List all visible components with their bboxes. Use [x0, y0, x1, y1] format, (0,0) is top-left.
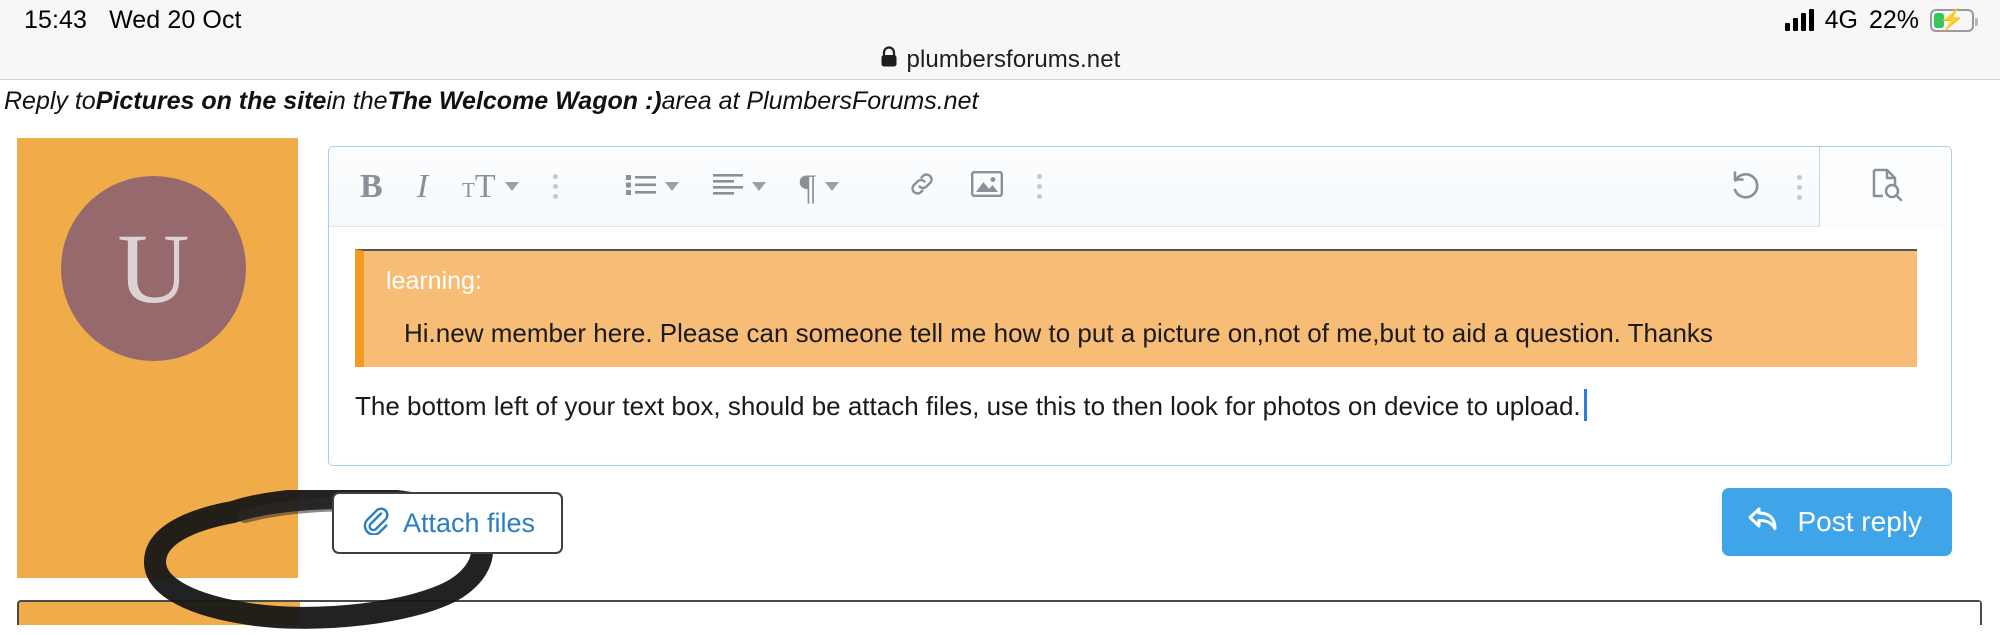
post-reply-button[interactable]: Post reply [1721, 488, 1952, 556]
image-icon [970, 171, 1003, 202]
editor-column: B I TT ¶ learning: Hi.new member here. P… [298, 138, 1982, 578]
chevron-down-icon [504, 182, 519, 191]
lock-icon [880, 46, 898, 73]
battery-percent-label: 22% [1868, 5, 1919, 34]
avatar-column: U [17, 138, 317, 578]
status-time: 15:43 [24, 5, 88, 34]
editor-content-area[interactable]: learning: Hi.new member here. Please can… [329, 227, 1951, 422]
more-options-button[interactable] [1780, 147, 1819, 227]
breadcrumb-suffix: area at PlumbersForums.net [661, 86, 979, 115]
quote-author: learning: [386, 267, 482, 295]
url-text: plumbersforums.net [906, 45, 1121, 73]
bullet-list-icon [625, 172, 656, 201]
italic-button[interactable]: I [400, 147, 445, 227]
status-bar-left: 15:43 Wed 20 Oct [24, 6, 242, 35]
font-size-small-glyph: T [462, 177, 475, 202]
rich-text-editor[interactable]: B I TT ¶ learning: Hi.new member here. P… [328, 146, 1952, 466]
signal-strength-icon [1784, 9, 1814, 31]
editor-toolbar: B I TT ¶ [329, 147, 1951, 227]
align-button[interactable] [696, 147, 783, 227]
paragraph-icon: ¶ [799, 166, 816, 207]
bold-icon: B [360, 167, 383, 205]
bold-button[interactable]: B [343, 147, 400, 227]
more-insert-button[interactable] [1020, 147, 1059, 227]
paragraph-button[interactable]: ¶ [783, 147, 856, 227]
toolbar-right-group [1712, 147, 1951, 227]
reply-arrow-icon [1746, 503, 1782, 542]
breadcrumb-thread-title[interactable]: Pictures on the site [96, 87, 327, 116]
font-size-icon: TT [462, 167, 496, 205]
breadcrumb-middle: in the [326, 86, 388, 115]
chevron-down-icon [751, 182, 766, 191]
quote-block: learning: Hi.new member here. Please can… [355, 249, 1917, 367]
chevron-down-icon [664, 182, 679, 191]
attach-files-button[interactable]: Attach files [332, 492, 564, 554]
insert-link-button[interactable] [890, 147, 954, 227]
text-cursor [1583, 389, 1587, 421]
undo-icon [1729, 169, 1763, 206]
status-bar-right: 4G 22% ⚡ [1784, 5, 1978, 35]
font-size-large-glyph: T [474, 167, 496, 205]
bullet-list-button[interactable] [609, 147, 696, 227]
italic-icon: I [416, 167, 429, 205]
more-options-icon [1797, 174, 1802, 200]
preview-icon [1867, 166, 1905, 209]
link-icon [907, 169, 937, 204]
font-size-button[interactable]: TT [445, 147, 536, 227]
avatar-initial: U [117, 213, 190, 324]
network-type-label: 4G [1824, 5, 1858, 34]
undo-button[interactable] [1712, 147, 1780, 227]
breadcrumb-prefix: Reply to [4, 86, 96, 115]
attach-files-label: Attach files [403, 507, 536, 538]
preview-button[interactable] [1819, 147, 1951, 227]
breadcrumb-forum-name[interactable]: The Welcome Wagon :) [388, 87, 662, 116]
reply-body-text[interactable]: The bottom left of your text box, should… [355, 389, 1925, 422]
chevron-down-icon [824, 182, 839, 191]
breadcrumb: Reply to Pictures on the site in the The… [0, 80, 2000, 122]
charging-bolt-icon: ⚡ [1938, 8, 1966, 32]
more-text-icon [552, 174, 558, 199]
avatar[interactable]: U [61, 176, 246, 361]
align-icon [712, 172, 743, 201]
ios-status-bar: 15:43 Wed 20 Oct 4G 22% ⚡ [0, 0, 2000, 40]
insert-image-button[interactable] [954, 147, 1020, 227]
post-reply-label: Post reply [1797, 506, 1923, 537]
next-post-body [300, 602, 1980, 625]
editor-action-row: Attach files Post reply [328, 488, 1952, 568]
paperclip-icon [360, 505, 390, 542]
battery-icon: ⚡ [1930, 8, 1978, 32]
browser-url-bar[interactable]: plumbersforums.net [0, 40, 2000, 80]
reply-body-value: The bottom left of your text box, should… [355, 391, 1581, 421]
more-text-options-button[interactable] [536, 147, 575, 227]
reply-editor-card: U B I TT ¶ learning: Hi.new member here.… [17, 138, 1982, 629]
status-date: Wed 20 Oct [109, 5, 242, 34]
more-insert-icon [1036, 174, 1042, 199]
quote-text: Hi.new member here. Please can someone t… [404, 318, 1713, 348]
next-post-card-partial [17, 600, 1982, 625]
